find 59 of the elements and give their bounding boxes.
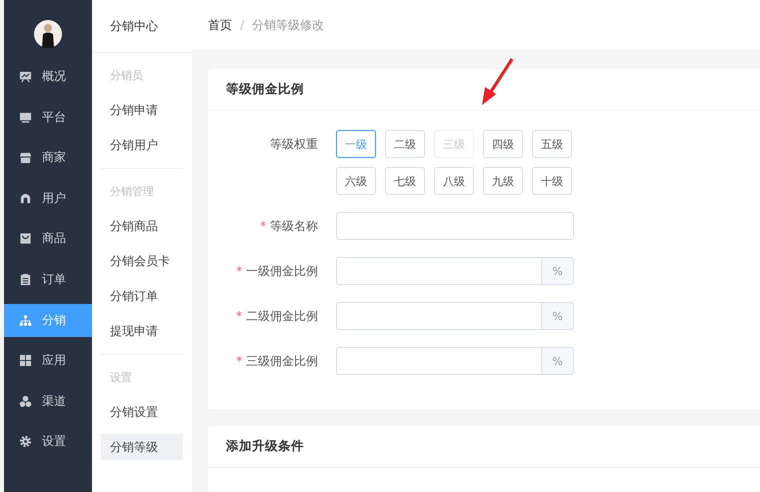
sidebar-item[interactable]: 商家 — [4, 141, 92, 174]
percent-addon: % — [541, 302, 574, 330]
sidebar-item[interactable]: 订单 — [4, 262, 92, 296]
sidebar-item[interactable]: 商品 — [4, 222, 92, 256]
submenu-item[interactable]: 分销会员卡 — [101, 248, 183, 274]
submenu-item[interactable]: 分销用户 — [101, 132, 183, 158]
menu-icon — [19, 151, 32, 164]
submenu-item[interactable]: 分销设置 — [101, 399, 183, 425]
sidebar-item[interactable]: 渠道 — [4, 384, 92, 418]
sidebar-item[interactable]: 设置 — [4, 425, 92, 458]
avatar[interactable] — [34, 20, 62, 48]
percent-input[interactable] — [336, 347, 541, 375]
required-mark: * — [236, 309, 242, 323]
level-option[interactable]: 二级 — [385, 130, 425, 158]
submenu-item[interactable]: 分销订单 — [101, 283, 183, 309]
percent-input[interactable] — [336, 302, 541, 330]
submenu-item[interactable]: 提现申请 — [101, 318, 183, 344]
field-label: 一级佣金比例 — [246, 264, 318, 278]
sidebar-item[interactable]: 应用 — [4, 344, 92, 378]
menu-icon — [19, 70, 32, 83]
required-mark: * — [236, 354, 242, 368]
menu-icon — [19, 394, 32, 408]
level-option[interactable]: 八级 — [434, 167, 474, 195]
percent-input[interactable] — [336, 257, 541, 285]
field-label: 三级佣金比例 — [246, 354, 318, 368]
level-option[interactable]: 十级 — [532, 167, 572, 195]
breadcrumb-item: 分销等级修改 — [252, 16, 324, 34]
percent-addon: % — [541, 257, 574, 285]
sidebar-item[interactable]: 用户 — [4, 182, 92, 215]
percent-addon: % — [541, 347, 574, 375]
level-option[interactable]: 六级 — [336, 167, 376, 195]
submenu-group-title: 分销员 — [109, 68, 144, 84]
menu-icon — [19, 314, 32, 327]
sidebar-item[interactable]: 概况 — [4, 60, 92, 93]
submenu-group-title: 分销管理 — [109, 184, 155, 200]
menu-icon — [19, 110, 32, 124]
field-label: 二级佣金比例 — [246, 309, 318, 323]
submenu-item[interactable]: 分销商品 — [101, 213, 183, 239]
level-option[interactable]: 九级 — [483, 167, 523, 195]
level-option[interactable]: 四级 — [483, 130, 523, 158]
menu-icon — [19, 272, 32, 286]
submenu-item[interactable]: 分销等级 — [101, 434, 183, 460]
required-mark: * — [236, 264, 242, 278]
menu-icon — [19, 192, 32, 205]
breadcrumb-item: / — [240, 18, 244, 32]
menu-icon — [19, 354, 32, 368]
field-label: 等级名称 — [270, 219, 318, 233]
menu-icon — [19, 435, 32, 448]
field-label: 等级权重 — [270, 137, 318, 151]
submenu-group-title: 设置 — [109, 370, 133, 386]
card-title: 添加升级条件 — [208, 426, 760, 468]
sidebar-item[interactable]: 平台 — [4, 100, 92, 134]
menu-icon — [19, 232, 32, 246]
required-mark: * — [260, 219, 266, 233]
breadcrumb-item[interactable]: 首页 — [208, 16, 232, 34]
level-option[interactable]: 五级 — [532, 130, 572, 158]
name-input[interactable] — [336, 212, 574, 240]
level-option[interactable]: 七级 — [385, 167, 425, 195]
submenu-item[interactable]: 分销申请 — [101, 97, 183, 123]
